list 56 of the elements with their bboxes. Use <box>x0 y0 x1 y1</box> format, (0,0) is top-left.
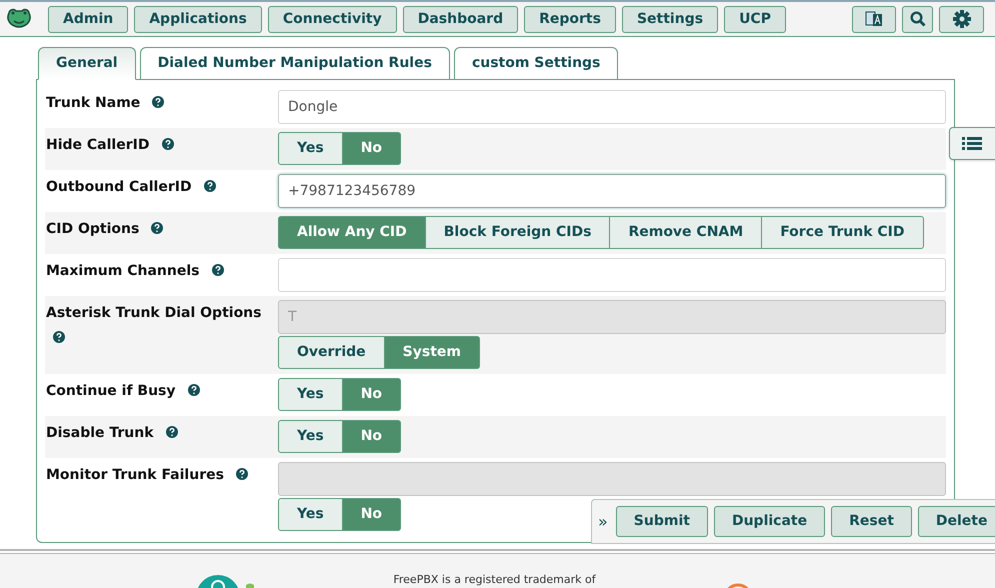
help-icon[interactable] <box>212 264 224 276</box>
field-label: Hide CallerID <box>46 137 150 153</box>
toggle-option[interactable]: Remove CNAM <box>609 216 762 249</box>
help-icon[interactable] <box>151 222 164 234</box>
help-icon[interactable] <box>152 96 164 108</box>
help-icon[interactable] <box>162 138 174 150</box>
help-icon[interactable] <box>236 468 248 480</box>
action-button[interactable]: Submit <box>616 506 708 537</box>
tab[interactable]: Dialed Number Manipulation Rules <box>140 47 450 80</box>
input-field[interactable]: Dongle <box>278 90 946 124</box>
expand-toggle[interactable]: » <box>598 510 608 534</box>
tab[interactable]: General <box>38 47 136 80</box>
toggle-option[interactable]: Yes <box>278 132 343 165</box>
toggle-option[interactable]: Allow Any CID <box>278 216 426 249</box>
action-button[interactable]: Reset <box>831 506 912 537</box>
nav-menu-button[interactable]: Reports <box>524 6 616 32</box>
tab[interactable]: custom Settings <box>454 47 618 80</box>
help-icon[interactable] <box>53 331 65 343</box>
nav-menu-button[interactable]: Applications <box>134 6 262 32</box>
nav-menu-button[interactable]: UCP <box>724 6 786 32</box>
field-label: Trunk Name <box>46 95 140 111</box>
list-icon <box>962 136 982 152</box>
help-icon[interactable] <box>188 384 200 396</box>
nav-menu-button[interactable]: Connectivity <box>268 6 397 32</box>
settings-button[interactable] <box>939 6 984 32</box>
translate-icon <box>865 10 883 28</box>
field-label: Maximum Channels <box>46 263 200 279</box>
search-icon <box>910 11 926 27</box>
toggle-option[interactable]: No <box>342 378 402 411</box>
field-label: Continue if Busy <box>46 383 176 399</box>
frog-logo-icon[interactable] <box>5 8 33 30</box>
input-field[interactable]: +7987123456789 <box>278 174 946 208</box>
help-icon[interactable] <box>204 180 216 192</box>
field-label: Asterisk Trunk Dial Options <box>46 305 262 321</box>
toggle-option[interactable]: Force Trunk CID <box>761 216 924 249</box>
language-button[interactable] <box>852 6 896 32</box>
nav-menu-button[interactable]: Settings <box>622 6 718 32</box>
toggle-option[interactable]: No <box>342 132 402 165</box>
settings-icon <box>952 10 970 28</box>
trademark-text: FreePBX is a registered trademark of <box>393 572 596 588</box>
search-button[interactable] <box>902 6 933 32</box>
nav-menu-button[interactable]: Admin <box>48 6 128 32</box>
toggle-option[interactable]: Yes <box>278 420 343 453</box>
nav-menu-button[interactable]: Dashboard <box>402 6 518 32</box>
field-label: Outbound CallerID <box>46 179 192 195</box>
field-label: Monitor Trunk Failures <box>46 467 224 483</box>
list-toggle-button[interactable] <box>949 127 995 160</box>
help-icon[interactable] <box>166 426 178 438</box>
action-button[interactable]: Duplicate <box>714 506 826 537</box>
toggle-option[interactable]: Block Foreign CIDs <box>424 216 610 249</box>
field-label: Disable Trunk <box>46 425 154 441</box>
toggle-option[interactable]: No <box>342 420 402 453</box>
input-field[interactable] <box>278 258 946 292</box>
toggle-option[interactable]: Yes <box>278 378 343 411</box>
field-label: CID Options <box>46 221 140 237</box>
action-button[interactable]: Delete <box>918 506 995 537</box>
